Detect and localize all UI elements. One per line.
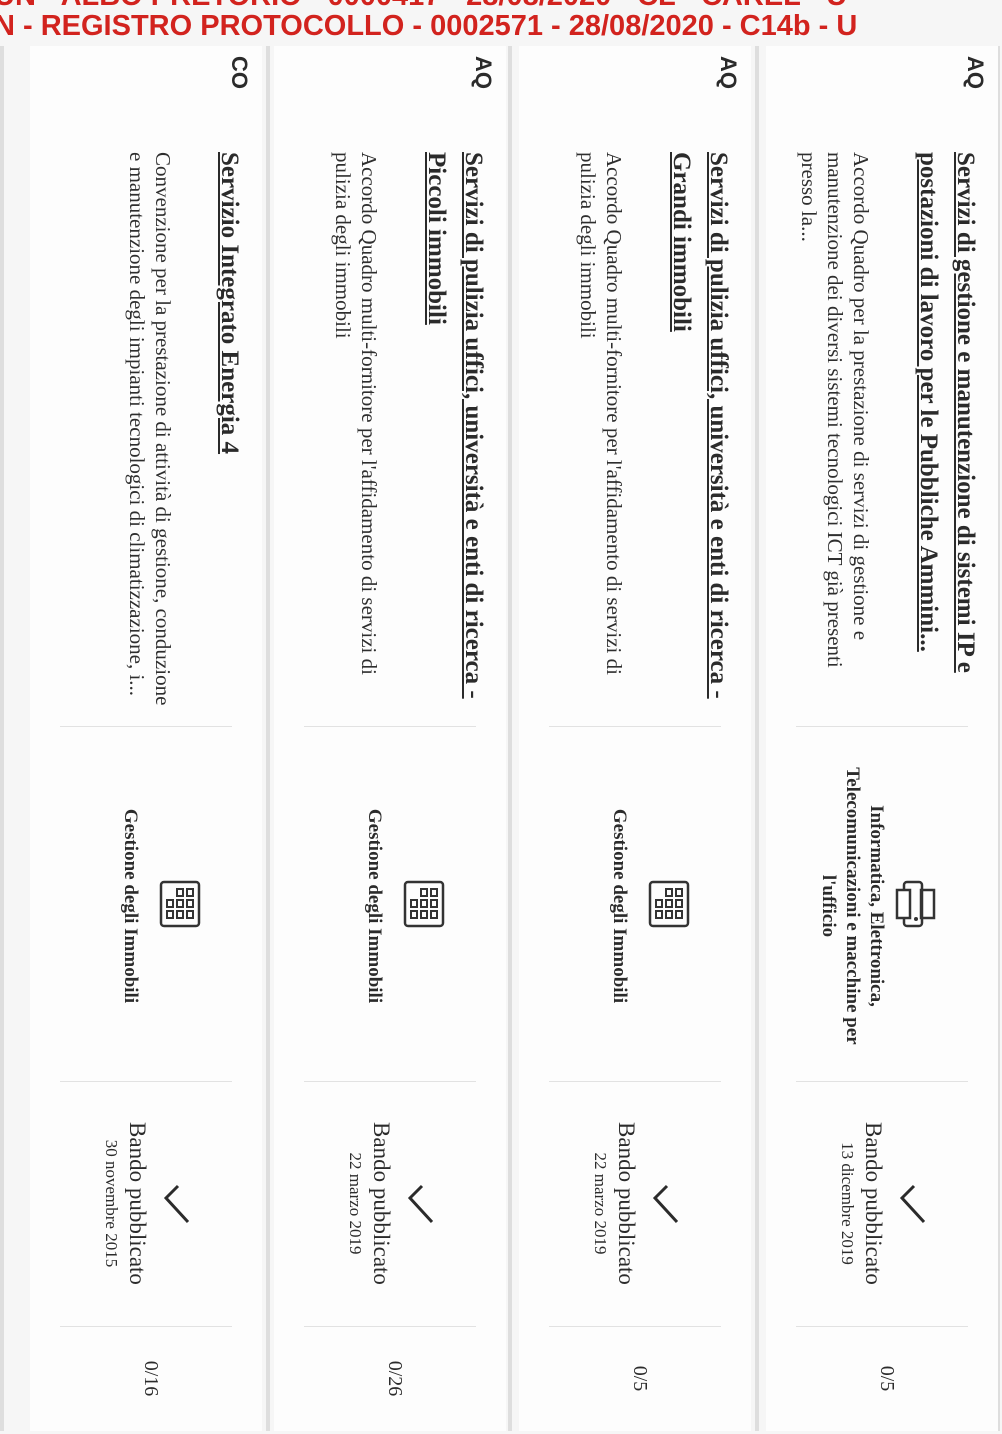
status-date: 30 novembre 2015 bbox=[102, 1139, 121, 1268]
tender-description: Convenzione per la prestazione di attivi… bbox=[125, 152, 175, 706]
category-label: Gestione degli Immobili bbox=[120, 808, 141, 1004]
tender-title-link[interactable]: Servizio Integrato Energia 4 bbox=[211, 152, 248, 712]
procedure-type: AQ bbox=[471, 56, 496, 89]
procedure-type: CO bbox=[227, 56, 252, 89]
status-date: 22 marzo 2019 bbox=[346, 1152, 365, 1255]
category-label: Informatica, Elettronica, Telecomunicazi… bbox=[818, 767, 887, 1045]
status-date: 22 marzo 2019 bbox=[591, 1152, 610, 1255]
lot-count: 0/16 bbox=[140, 1360, 162, 1397]
tender-row[interactable]: AQ Servizi di pulizia uffici, università… bbox=[274, 46, 506, 1431]
check-icon bbox=[162, 1081, 192, 1326]
tender-row[interactable]: AQ Servizi di gestione e manutenzione di… bbox=[766, 46, 998, 1431]
row-divider bbox=[755, 46, 759, 1431]
check-icon bbox=[898, 1081, 928, 1326]
row-divider bbox=[266, 46, 270, 1431]
tender-title-link[interactable]: Servizi di gestione e manutenzione di si… bbox=[910, 152, 984, 712]
check-icon bbox=[406, 1081, 436, 1326]
tender-row[interactable]: CO Servizio Integrato Energia 4 Convenzi… bbox=[30, 46, 262, 1431]
category-label: Gestione degli Immobili bbox=[609, 808, 630, 1004]
tender-description: Accordo Quadro per la prestazione di ser… bbox=[797, 152, 873, 668]
lot-count: 0/5 bbox=[629, 1365, 651, 1392]
status-label: Bando pubblicato bbox=[369, 1122, 394, 1285]
lot-count: 0/5 bbox=[876, 1365, 898, 1392]
check-icon bbox=[651, 1081, 681, 1326]
tender-description: Accordo Quadro multi-fornitore per l'aff… bbox=[331, 152, 381, 675]
category-label: Gestione degli Immobili bbox=[364, 808, 385, 1004]
building-icon bbox=[158, 726, 202, 1081]
row-divider bbox=[0, 46, 4, 1431]
status-label: Bando pubblicato bbox=[125, 1122, 150, 1285]
status-label: Bando pubblicato bbox=[861, 1122, 886, 1285]
protocol-stamp-line-2: N - REGISTRO PROTOCOLLO - 0002571 - 28/0… bbox=[0, 10, 858, 42]
building-icon bbox=[402, 726, 446, 1081]
lot-count: 0/26 bbox=[384, 1360, 406, 1397]
row-divider bbox=[508, 46, 512, 1431]
printer-icon bbox=[894, 726, 938, 1081]
tender-title-link[interactable]: Servizi di pulizia uffici, università e … bbox=[418, 152, 492, 712]
status-label: Bando pubblicato bbox=[614, 1122, 639, 1285]
procedure-type: AQ bbox=[716, 56, 741, 89]
building-icon bbox=[647, 726, 691, 1081]
tender-row[interactable]: AQ Servizi di pulizia uffici, università… bbox=[519, 46, 751, 1431]
procedure-type: AQ bbox=[963, 56, 988, 89]
tender-description: Accordo Quadro multi-fornitore per l'aff… bbox=[576, 152, 626, 675]
status-date: 13 dicembre 2019 bbox=[838, 1142, 857, 1265]
tender-title-link[interactable]: Servizi di pulizia uffici, università e … bbox=[663, 152, 737, 712]
